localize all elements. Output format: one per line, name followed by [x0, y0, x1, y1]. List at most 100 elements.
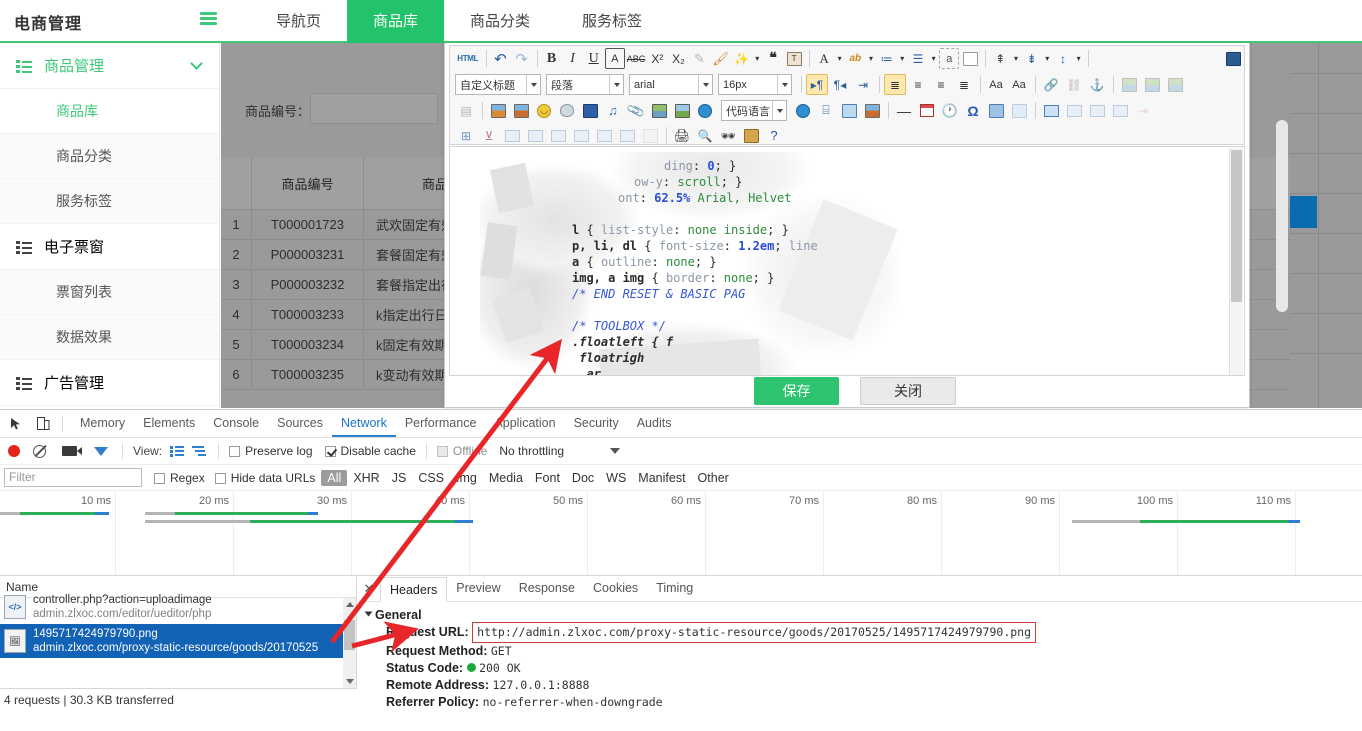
case-upper-icon[interactable]: Aa [1008, 74, 1030, 95]
paste-text-icon[interactable]: T [784, 48, 804, 69]
scroll-up-icon[interactable] [346, 602, 354, 607]
direction-rtl-icon[interactable]: ¶◂ [829, 74, 851, 95]
insert-table-icon[interactable] [501, 125, 523, 146]
details-tab-headers[interactable]: Headers [380, 576, 448, 602]
table-icon[interactable] [1040, 100, 1062, 121]
strikethrough-icon[interactable]: ABC [626, 48, 647, 69]
chevron-down-icon[interactable] [610, 448, 621, 454]
view-list-icon[interactable] [170, 445, 185, 457]
filter-type-js[interactable]: JS [386, 471, 413, 485]
superscript-icon[interactable]: X² [647, 48, 667, 69]
auto-typeset-icon[interactable]: ✨ [732, 48, 752, 69]
tab-sources[interactable]: Sources [268, 410, 332, 437]
image-upload-icon[interactable] [510, 100, 532, 121]
scrollbar-thumb[interactable] [1231, 150, 1242, 302]
checkbox[interactable] [436, 446, 448, 457]
img-left-icon[interactable] [1118, 74, 1140, 95]
structure-icon[interactable]: ⌸ [815, 100, 837, 121]
undo-icon[interactable]: ↶ [490, 48, 510, 69]
subscript-icon[interactable]: X₂ [668, 48, 688, 69]
font-family-select[interactable]: arial [629, 74, 713, 95]
attachment-icon[interactable]: 📎 [625, 100, 647, 121]
inspect-element-icon[interactable] [5, 413, 27, 435]
details-tab-response[interactable]: Response [510, 576, 584, 601]
anchor-icon[interactable]: ⚓ [1086, 74, 1108, 95]
filter-icon[interactable] [94, 446, 108, 456]
tab-network[interactable]: Network [332, 410, 396, 437]
table-grid-icon[interactable] [1109, 100, 1131, 121]
unordered-list-icon[interactable]: ☰ [908, 48, 928, 69]
filter-type-all[interactable]: All [321, 469, 348, 486]
globe-icon[interactable] [694, 100, 716, 121]
sidebar-item-ticket-list[interactable]: 票窗列表 [0, 270, 219, 315]
scrollbar-thumb[interactable] [344, 620, 355, 650]
table-col-icon[interactable] [547, 125, 569, 146]
network-timeline[interactable]: 10 ms 20 ms 30 ms 40 ms 50 ms 60 ms 70 m… [0, 491, 1362, 576]
filter-input[interactable]: Filter [4, 468, 142, 487]
underline-icon[interactable]: U [584, 48, 604, 69]
layout-icon[interactable] [838, 100, 860, 121]
sidebar-group-ticket-window[interactable]: 电子票窗 [0, 224, 219, 270]
filter-type-font[interactable]: Font [529, 471, 566, 485]
sidebar-item-service-tag[interactable]: 服务标签 [0, 179, 219, 224]
bold-icon[interactable]: B [541, 48, 561, 69]
close-button[interactable]: 关闭 [860, 377, 956, 405]
sidebar-group-goods-management[interactable]: 商品管理 [0, 43, 219, 89]
italic-icon[interactable]: I [563, 48, 583, 69]
sidebar-item-goods-library[interactable]: 商品库 [0, 89, 219, 134]
music-icon[interactable]: ♫ [602, 100, 624, 121]
chevron-down-icon[interactable]: ▾ [929, 48, 938, 69]
calendar-icon[interactable] [916, 100, 938, 121]
case-lower-icon[interactable]: Aa [985, 74, 1007, 95]
filter-type-other[interactable]: Other [692, 471, 735, 485]
table-del-col-icon[interactable] [616, 125, 638, 146]
font-size-select[interactable]: 16px [718, 74, 792, 95]
list-item[interactable]: </> controller.php?action=uploadimage ad… [0, 590, 356, 624]
preserve-log-checkbox[interactable]: Preserve log [229, 444, 313, 458]
scroll-down-icon[interactable] [346, 679, 354, 684]
details-tab-preview[interactable]: Preview [447, 576, 509, 601]
template-icon[interactable] [792, 100, 814, 121]
paragraph-select[interactable]: 段落 [546, 74, 624, 95]
special-char-icon[interactable]: Ω [962, 100, 984, 121]
align-justify-icon[interactable]: ≣ [953, 74, 975, 95]
toggle-device-toolbar-icon[interactable] [32, 413, 54, 435]
tab-memory[interactable]: Memory [71, 410, 134, 437]
disable-cache-checkbox[interactable]: Disable cache [324, 444, 416, 458]
filter-type-img[interactable]: Img [450, 471, 483, 485]
search-replace-icon[interactable]: 🕶 [717, 125, 739, 146]
tab-elements[interactable]: Elements [134, 410, 204, 437]
editor-scrollbar[interactable] [1229, 148, 1243, 375]
merge-cell-icon[interactable] [1063, 100, 1085, 121]
format-painter-icon[interactable]: 🖌 [711, 48, 731, 69]
preview-icon[interactable]: 🔍 [694, 125, 716, 146]
clear-icon[interactable] [33, 444, 46, 458]
filter-type-media[interactable]: Media [483, 471, 529, 485]
image-icon[interactable] [487, 100, 509, 121]
time-icon[interactable]: 🕐 [939, 100, 961, 121]
chevron-down-icon[interactable]: ▾ [1043, 48, 1052, 69]
tab-security[interactable]: Security [565, 410, 628, 437]
seo-icon[interactable] [985, 100, 1007, 121]
tab-application[interactable]: Application [485, 410, 564, 437]
filter-type-ws[interactable]: WS [600, 471, 632, 485]
paragraph-spacing-icon[interactable]: ⇟ [1022, 48, 1042, 69]
capture-screenshots-icon[interactable] [62, 446, 82, 456]
sidebar-item-data-effect[interactable]: 数据效果 [0, 315, 219, 360]
offline-checkbox[interactable]: Offline [436, 444, 487, 458]
sidebar-item-goods-category[interactable]: 商品分类 [0, 134, 219, 179]
nav-tab-service-tag[interactable]: 服务标签 [556, 0, 668, 43]
view-waterfall-icon[interactable] [192, 445, 207, 457]
details-tab-cookies[interactable]: Cookies [584, 576, 647, 601]
torn-paper-image[interactable]: ding: 0; } ow-y: scroll; } ont: 62.5% Ar… [480, 152, 900, 375]
filter-type-xhr[interactable]: XHR [347, 471, 385, 485]
general-section-title[interactable]: General [358, 608, 1362, 622]
chevron-down-icon[interactable]: ▾ [1011, 48, 1020, 69]
blockquote-icon[interactable]: ❝ [763, 48, 783, 69]
link-icon[interactable]: 🔗 [1040, 74, 1062, 95]
background-icon[interactable] [556, 100, 578, 121]
forecolor-icon[interactable]: A [814, 48, 834, 69]
direction-ltr-icon[interactable]: ▸¶ [806, 74, 828, 95]
chevron-down-icon[interactable]: ▾ [866, 48, 875, 69]
ordered-list-icon[interactable]: ≔ [877, 48, 897, 69]
